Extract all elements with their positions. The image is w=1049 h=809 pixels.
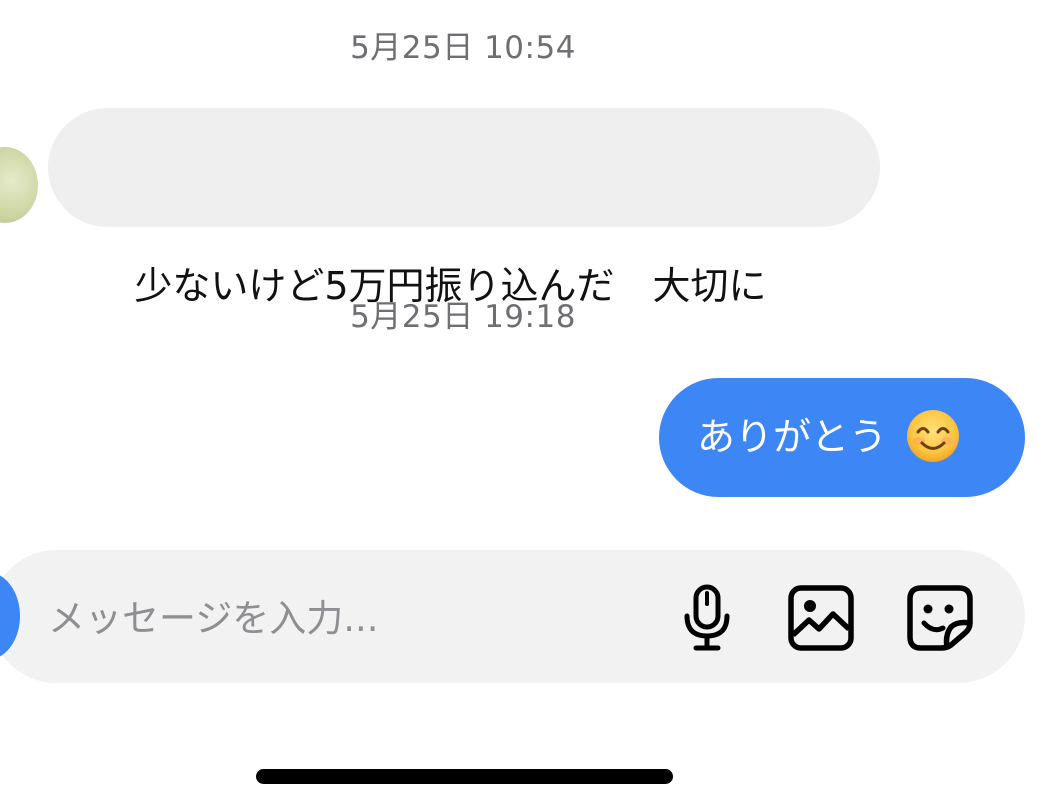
smiling-face-icon [907,409,960,462]
microphone-button[interactable] [673,584,741,652]
message-text: ありがとう [697,415,888,459]
incoming-message-bubble[interactable]: 少ないけど5万円振り込んだ 大切に [48,108,880,308]
image-icon [788,585,854,651]
microphone-icon [684,584,730,651]
avatar[interactable] [0,147,38,223]
sticker-icon [907,585,973,651]
home-indicator[interactable] [256,769,673,784]
image-button[interactable] [787,584,855,652]
message-input[interactable] [48,585,648,651]
message-timestamp: 5月25日 10:54 [350,30,576,66]
message-timestamp: 5月25日 19:18 [350,299,576,335]
outgoing-message-bubble[interactable]: ありがとう [659,378,1025,497]
chat-screen: 5月25日 10:54 少ないけど5万円振り込んだ 大切に 5月25日 19:1… [0,0,1049,809]
sticker-button[interactable] [906,584,974,652]
